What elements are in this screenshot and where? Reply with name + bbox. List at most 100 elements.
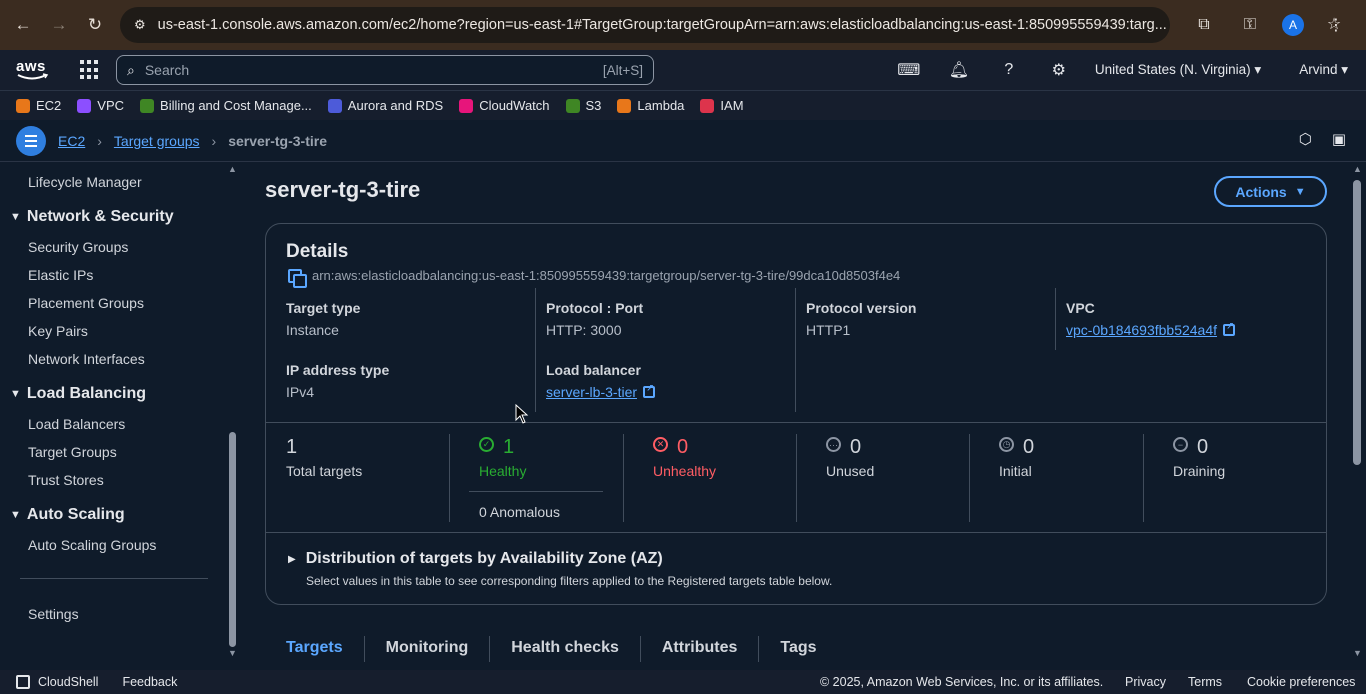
search-shortcut: [Alt+S] (602, 62, 643, 78)
favorite-s3[interactable]: S3 (565, 98, 601, 113)
main-scroll-thumb[interactable] (1353, 180, 1361, 465)
cloudshell-icon[interactable]: ⌨ (895, 56, 923, 84)
sidebar-item-security-groups[interactable]: Security Groups (28, 239, 128, 255)
protocol-version-label: Protocol version (806, 300, 917, 316)
breadcrumb-ec2[interactable]: EC2 (58, 133, 85, 149)
copyright-text: © 2025, Amazon Web Services, Inc. or its… (820, 675, 1104, 689)
service-icon (327, 98, 342, 113)
cookie-preferences-link[interactable]: Cookie preferences (1247, 675, 1355, 689)
actions-button[interactable]: Actions ▼ (1214, 176, 1327, 207)
info-panel-icon[interactable]: ⬡ (1299, 130, 1312, 148)
privacy-link[interactable]: Privacy (1125, 675, 1166, 689)
site-info-icon[interactable]: ⚙ (134, 17, 146, 33)
anomalous-count[interactable]: 0 Anomalous (479, 504, 560, 520)
back-button[interactable]: ← (8, 10, 38, 40)
menu-toggle-button[interactable] (16, 125, 46, 156)
caret-down-icon: ▼ (10, 211, 21, 223)
caret-down-icon: ▼ (10, 509, 21, 521)
sidebar-item-elastic-ips[interactable]: Elastic IPs (28, 267, 93, 283)
sidebar-item-settings[interactable]: Settings (28, 606, 79, 622)
settings-gear-icon[interactable]: ⚙ (1045, 56, 1073, 84)
copy-icon[interactable] (288, 268, 307, 288)
caret-right-icon: ▶ (288, 553, 296, 565)
protocol-version-value: HTTP1 (806, 322, 851, 338)
sidebar-item-lifecycle-manager[interactable]: Lifecycle Manager (28, 174, 142, 190)
az-distribution-toggle[interactable]: ▶ Distribution of targets by Availabilit… (288, 550, 663, 568)
extensions-icon[interactable]: ⧉ (1190, 11, 1218, 39)
details-panel: Details arn:aws:elasticloadbalancing:us-… (265, 223, 1327, 605)
scroll-down-arrow-icon[interactable]: ▼ (228, 648, 237, 658)
external-link-icon (1223, 321, 1236, 336)
notifications-bell-icon[interactable]: 🔔︎ (945, 56, 973, 84)
ip-address-type-label: IP address type (286, 362, 390, 378)
scroll-up-arrow-icon[interactable]: ▲ (228, 164, 237, 174)
service-icon (459, 98, 474, 113)
sidebar-divider (20, 578, 208, 579)
sidebar-section-auto-scaling[interactable]: ▼ Auto Scaling (10, 506, 125, 524)
healthy-count[interactable]: 1 (503, 436, 514, 459)
sidebar-item-load-balancers[interactable]: Load Balancers (28, 416, 125, 432)
aws-logo[interactable]: aws (16, 58, 50, 82)
favorite-ec2[interactable]: EC2 (16, 98, 61, 113)
load-balancer-link[interactable]: server-lb-3-tier (546, 383, 656, 400)
tab-attributes[interactable]: Attributes (641, 636, 760, 662)
cloudshell-link[interactable]: CloudShell (38, 675, 98, 689)
sidebar-item-key-pairs[interactable]: Key Pairs (28, 323, 88, 339)
sidebar-item-target-groups[interactable]: Target Groups (28, 444, 117, 460)
external-link-icon (643, 383, 656, 398)
scroll-down-arrow-icon[interactable]: ▼ (1353, 648, 1362, 658)
terms-link[interactable]: Terms (1188, 675, 1222, 689)
profile-avatar[interactable]: A (1282, 14, 1304, 36)
main-scrollbar[interactable]: ▲ ▼ (1350, 162, 1366, 662)
favorite-lambda[interactable]: Lambda (617, 98, 684, 113)
breadcrumb-target-groups[interactable]: Target groups (114, 133, 200, 149)
initial-count[interactable]: 0 (1023, 436, 1034, 459)
sidebar-section-load-balancing[interactable]: ▼ Load Balancing (10, 385, 146, 403)
search-input[interactable]: ⌕ Search [Alt+S] (116, 55, 654, 85)
favorite-iam[interactable]: IAM (700, 98, 744, 113)
divider (1055, 288, 1056, 350)
draining-count[interactable]: 0 (1197, 436, 1208, 459)
services-grid-icon[interactable] (80, 60, 100, 80)
menu-kebab-icon[interactable]: ⋮ (1322, 11, 1350, 39)
sidebar-item-placement-groups[interactable]: Placement Groups (28, 295, 144, 311)
sidebar-scrollbar[interactable]: ▲ ▼ (226, 162, 240, 662)
reload-button[interactable]: ↻ (80, 10, 110, 40)
region-selector[interactable]: United States (N. Virginia) ▾ (1095, 62, 1261, 78)
unhealthy-count[interactable]: 0 (677, 436, 688, 459)
draining-minus-icon: − (1173, 437, 1188, 452)
password-key-icon[interactable]: ⚿ (1236, 11, 1264, 39)
search-icon: ⌕ (127, 61, 135, 78)
vpc-link[interactable]: vpc-0b184693fbb524a4f (1066, 321, 1236, 338)
tab-tags[interactable]: Tags (759, 636, 837, 662)
service-icon (140, 98, 155, 113)
page-title: server-tg-3-tire (265, 177, 421, 202)
forward-button[interactable]: → (44, 10, 74, 40)
scroll-up-arrow-icon[interactable]: ▲ (1353, 164, 1362, 174)
caret-down-icon: ▼ (1294, 185, 1306, 198)
caret-down-icon: ▼ (10, 388, 21, 400)
feedback-link[interactable]: Feedback (122, 675, 177, 689)
sidebar-item-auto-scaling-groups[interactable]: Auto Scaling Groups (28, 537, 156, 553)
favorite-aurora-and-rds[interactable]: Aurora and RDS (327, 98, 443, 113)
sidebar-section-network-security[interactable]: ▼ Network & Security (10, 208, 174, 226)
unused-count[interactable]: 0 (850, 436, 861, 459)
service-icon (16, 98, 30, 113)
account-menu[interactable]: Arvind ▾ (1299, 62, 1348, 78)
service-icon (700, 98, 715, 113)
side-navigation: Lifecycle Manager ▼ Network & Security Se… (0, 162, 240, 662)
sidebar-item-trust-stores[interactable]: Trust Stores (28, 472, 104, 488)
favorite-vpc[interactable]: VPC (77, 98, 124, 113)
tab-health-checks[interactable]: Health checks (490, 636, 641, 662)
tab-targets[interactable]: Targets (265, 636, 365, 662)
help-icon[interactable]: ? (995, 56, 1023, 84)
favorite-billing-and-cost-manage[interactable]: Billing and Cost Manage... (140, 98, 312, 113)
favorite-cloudwatch[interactable]: CloudWatch (459, 98, 550, 113)
sidebar-scroll-thumb[interactable] (229, 432, 236, 647)
tools-panel-icon[interactable]: ▣ (1332, 130, 1346, 148)
tab-monitoring[interactable]: Monitoring (365, 636, 491, 662)
breadcrumb: EC2 › Target groups › server-tg-3-tire ⬡… (0, 120, 1366, 162)
address-bar[interactable]: ⚙ us-east-1.console.aws.amazon.com/ec2/h… (120, 7, 1170, 43)
sidebar-item-network-interfaces[interactable]: Network Interfaces (28, 351, 145, 367)
main-content: server-tg-3-tire Actions ▼ Details arn:a… (240, 162, 1350, 662)
